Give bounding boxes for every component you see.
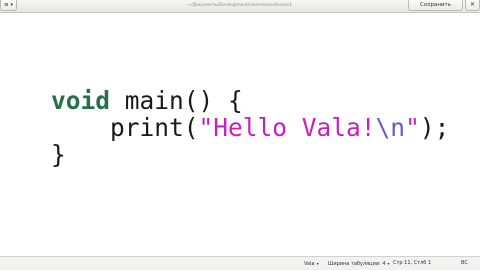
tab-width-label: Ширина табуляции: 4	[328, 261, 386, 267]
text-editor-area[interactable]: void main() { print("Hello Vala!\n"); }	[0, 13, 480, 256]
closing-brace: }	[51, 140, 66, 169]
chevron-down-icon: ▾	[387, 261, 390, 266]
close-icon[interactable]: ✕	[465, 0, 480, 11]
code-line-2: print("Hello Vala!\n");	[51, 113, 449, 142]
chevron-down-icon: ▾	[316, 261, 319, 266]
cursor-position: Стр 11, Стлб 1	[393, 260, 432, 266]
call-end: );	[419, 113, 450, 142]
print-call: print(	[110, 113, 199, 142]
tab-width-selector[interactable]: Ширина табуляции: 4 ▾	[328, 257, 390, 271]
language-label: Vala	[304, 261, 315, 267]
header-bar: ≡ ▾ ~/Документы/Development/vala-lessons/…	[0, 0, 480, 13]
language-selector[interactable]: Vala ▾	[304, 257, 319, 271]
code-line-3: }	[51, 140, 66, 169]
code-line-1: void main() {	[51, 86, 243, 115]
main-signature: main() {	[110, 86, 243, 115]
save-button[interactable]: Сохранить	[408, 0, 463, 11]
insert-mode-indicator: ВС	[461, 260, 468, 266]
keyword-void: void	[51, 86, 111, 115]
code-block: void main() { print("Hello Vala!\n"); }	[51, 87, 449, 168]
status-bar: Vala ▾ Ширина табуляции: 4 ▾ Стр 11, Стлб …	[0, 256, 480, 270]
escape-sequence: \n	[375, 113, 406, 142]
string-end-quote: "	[405, 113, 420, 142]
string-literal: "Hello Vala!	[198, 113, 376, 142]
